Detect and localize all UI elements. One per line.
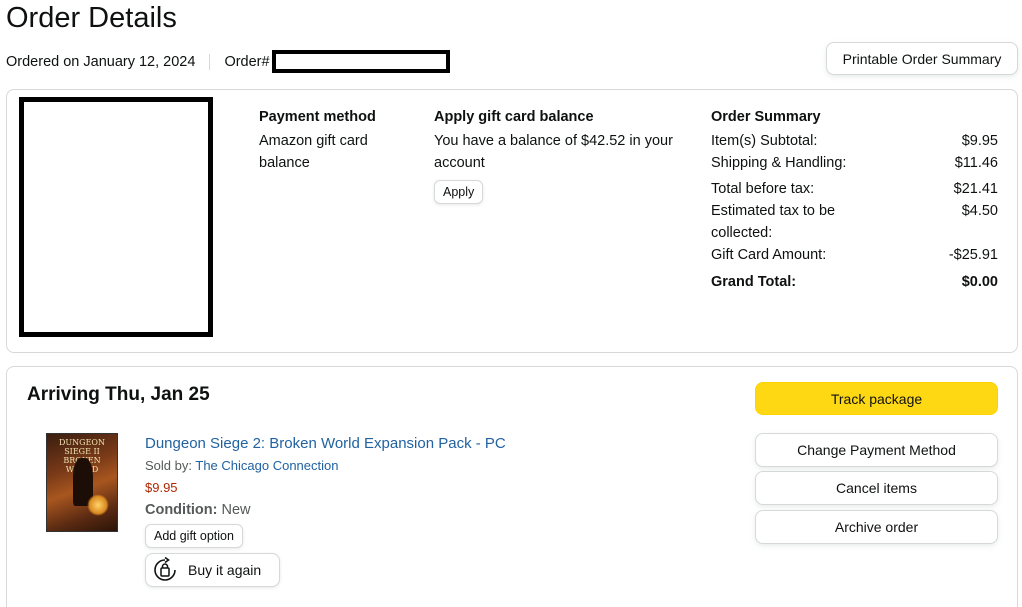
product-info: Dungeon Siege 2: Broken World Expansion … xyxy=(145,433,506,587)
archive-order-button[interactable]: Archive order xyxy=(755,510,998,544)
summary-label: Total before tax: xyxy=(711,181,815,197)
summary-row: Item(s) Subtotal: $9.95 xyxy=(711,130,998,152)
buy-it-again-button[interactable]: Buy it again xyxy=(145,553,280,587)
order-summary-section: Order Summary Item(s) Subtotal: $9.95 Sh… xyxy=(711,106,998,293)
product-price: $9.95 xyxy=(145,480,178,495)
gift-card-heading: Apply gift card balance xyxy=(434,109,594,125)
summary-label: Gift Card Amount: xyxy=(711,247,827,263)
summary-row: Estimated tax to be collected: $4.50 xyxy=(711,200,998,244)
order-meta: Ordered on January 12, 2024 Order# xyxy=(6,50,450,73)
sold-by-label: Sold by: xyxy=(145,458,192,473)
gift-card-balance-text: You have a balance of $42.52 in your acc… xyxy=(434,133,673,171)
payment-method-heading: Payment method xyxy=(259,109,376,125)
meta-divider xyxy=(209,53,211,70)
summary-value: $21.41 xyxy=(953,181,998,197)
order-summary-card: Payment method Amazon gift card balance … xyxy=(6,89,1018,353)
summary-row: Total before tax: $21.41 xyxy=(711,178,998,200)
product-image-glow xyxy=(87,494,109,516)
summary-value: $9.95 xyxy=(961,133,998,149)
grand-total-value: $0.00 xyxy=(961,274,998,290)
condition-label: Condition: xyxy=(145,502,218,518)
grand-total-row: Grand Total: $0.00 xyxy=(711,271,998,293)
summary-row: Shipping & Handling: $11.46 xyxy=(711,152,998,174)
summary-label: Estimated tax to be collected: xyxy=(711,203,836,241)
summary-value: -$25.91 xyxy=(948,247,998,263)
condition-value: New xyxy=(221,502,251,518)
summary-value: $11.46 xyxy=(954,155,998,171)
printable-order-summary-button[interactable]: Printable Order Summary xyxy=(826,42,1018,75)
summary-label: Item(s) Subtotal: xyxy=(711,133,818,149)
summary-row: Gift Card Amount: -$25.91 xyxy=(711,244,998,266)
shipment-card: Arriving Thu, Jan 25 DUNGEON SIEGE II BR… xyxy=(6,366,1018,607)
change-payment-method-button[interactable]: Change Payment Method xyxy=(755,433,998,467)
gift-card-section: Apply gift card balance You have a balan… xyxy=(434,106,699,204)
buy-it-again-label: Buy it again xyxy=(188,562,262,578)
shipping-address-redacted xyxy=(19,97,213,337)
order-summary-heading: Order Summary xyxy=(711,109,821,125)
cancel-items-button[interactable]: Cancel items xyxy=(755,471,998,505)
payment-method-value: Amazon gift card balance xyxy=(259,133,368,171)
add-gift-option-button[interactable]: Add gift option xyxy=(145,524,243,548)
payment-method-section: Payment method Amazon gift card balance xyxy=(259,106,409,174)
order-number-label: Order# xyxy=(224,53,270,70)
apply-gift-card-button[interactable]: Apply xyxy=(434,180,484,204)
sold-by: Sold by: The Chicago Connection xyxy=(145,455,506,477)
seller-link[interactable]: The Chicago Connection xyxy=(195,458,338,473)
product-condition: Condition: New xyxy=(145,499,506,521)
page-title: Order Details xyxy=(6,2,177,34)
summary-label: Shipping & Handling: xyxy=(711,155,847,171)
arrival-date-heading: Arriving Thu, Jan 25 xyxy=(27,384,210,405)
product-title-link[interactable]: Dungeon Siege 2: Broken World Expansion … xyxy=(145,433,506,455)
grand-total-label: Grand Total: xyxy=(711,274,797,290)
buy-again-icon xyxy=(152,557,178,583)
ordered-on-date: Ordered on January 12, 2024 xyxy=(6,53,196,70)
order-number-redacted xyxy=(271,50,450,73)
product-image[interactable]: DUNGEON SIEGE II BROKEN WORLD xyxy=(46,433,118,532)
summary-value: $4.50 xyxy=(961,203,998,219)
track-package-button[interactable]: Track package xyxy=(755,382,998,415)
